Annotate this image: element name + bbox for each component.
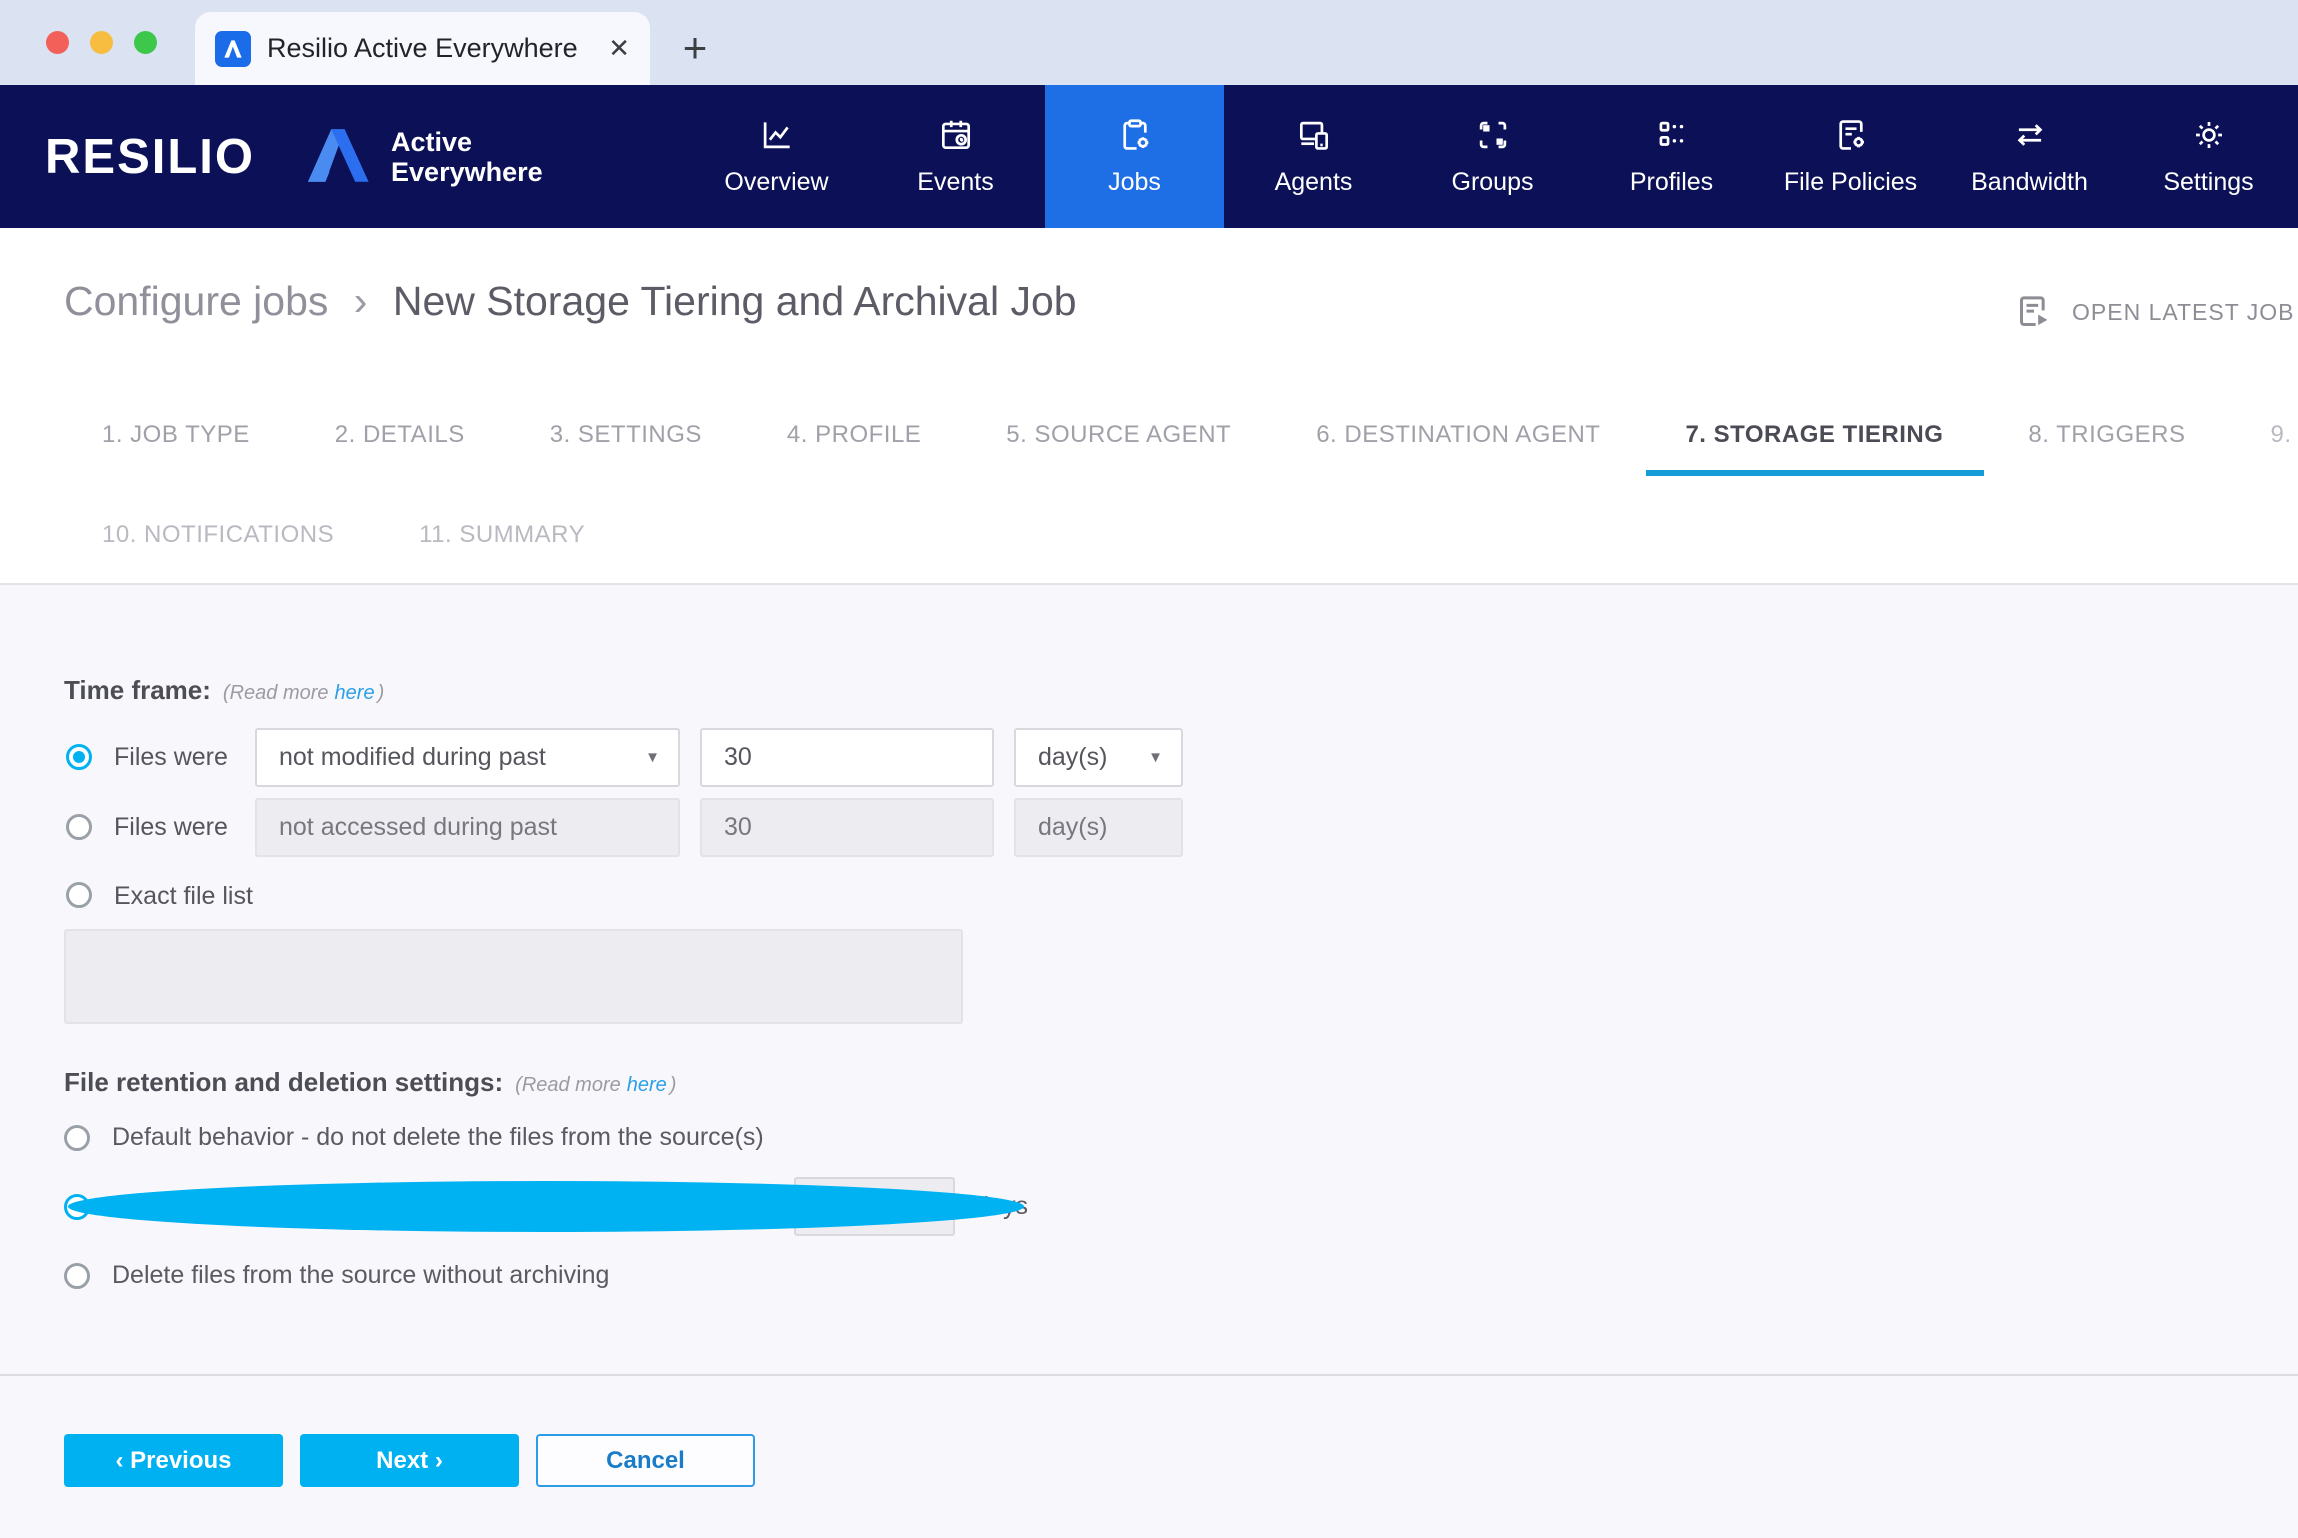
next-button[interactable]: Next › [300, 1434, 519, 1487]
minimize-window-button[interactable] [90, 31, 113, 54]
new-tab-button[interactable]: + [672, 25, 718, 71]
retention-option-delete: Delete files from the source without arc… [64, 1261, 609, 1290]
wizard-footer-buttons: ‹ Previous Next › Cancel [64, 1434, 755, 1487]
accessed-unit-select[interactable]: day(s) [1014, 798, 1183, 857]
previous-button[interactable]: ‹ Previous [64, 1434, 283, 1487]
time-frame-option-exact-list: Exact file list [0, 868, 2298, 924]
radio-exact-file-list[interactable] [66, 882, 92, 908]
brand: RESILIO Active Everywhere [45, 121, 543, 192]
accessed-condition-select[interactable]: not accessed during past [255, 798, 680, 857]
time-frame-option-modified: Files were not modified during past▼ day… [0, 728, 2298, 787]
files-were-label-2: Files were [114, 798, 228, 857]
time-frame-option-accessed: Files were not accessed during past day(… [0, 798, 2298, 857]
breadcrumb-separator: › [354, 278, 368, 324]
retention-read-more-link[interactable]: here [627, 1074, 667, 1096]
nav-item-agents[interactable]: Agents [1224, 85, 1403, 228]
step-tab-storage-tiering[interactable]: 7. STORAGE TIERING [1685, 420, 1943, 450]
window-controls [46, 31, 157, 54]
close-window-button[interactable] [46, 31, 69, 54]
retention-option-archive: Delete files from the source(s) and move… [64, 1177, 1028, 1236]
product-name: Active Everywhere [391, 127, 543, 187]
open-latest-job-report-button[interactable]: OPEN LATEST JOB R [2014, 292, 2298, 332]
nav-item-events[interactable]: Events [866, 85, 1045, 228]
modified-days-input[interactable] [700, 728, 994, 787]
radio-files-not-modified[interactable] [66, 744, 92, 770]
modified-unit-select[interactable]: day(s)▼ [1014, 728, 1183, 787]
step-tab-job-type[interactable]: 1. JOB TYPE [102, 420, 250, 450]
step-tab-settings[interactable]: 3. SETTINGS [550, 420, 702, 450]
step-tab-triggers[interactable]: 8. TRIGGERS [2028, 420, 2185, 450]
group-frame-icon [1474, 116, 1512, 154]
page-title: New Storage Tiering and Archival Job [393, 278, 1077, 324]
exact-file-list-textarea[interactable] [64, 929, 963, 1024]
radio-default-behavior[interactable] [64, 1125, 90, 1151]
list-items-icon [1653, 116, 1691, 154]
tab-title: Resilio Active Everywhere [267, 33, 594, 64]
browser-chrome: Resilio Active Everywhere ✕ + [0, 0, 2298, 85]
radio-files-not-accessed[interactable] [66, 814, 92, 840]
modified-condition-select[interactable]: not modified during past▼ [255, 728, 680, 787]
gear-icon [2190, 116, 2228, 154]
radio-delete-without-archiving[interactable] [64, 1263, 90, 1289]
browser-tab[interactable]: Resilio Active Everywhere ✕ [195, 12, 650, 85]
nav-menu: Overview Events Jobs [687, 85, 2298, 228]
delete-without-archiving-label: Delete files from the source without arc… [112, 1261, 609, 1290]
devices-icon [1295, 116, 1333, 154]
nav-item-bandwidth[interactable]: Bandwidth [1940, 85, 2119, 228]
radio-move-to-archive[interactable] [64, 1194, 90, 1220]
chevron-down-icon: ▼ [1148, 730, 1163, 785]
nav-item-profiles[interactable]: Profiles [1582, 85, 1761, 228]
step-tab-job-scripts[interactable]: 9. JO [2270, 420, 2298, 450]
step-tab-profile[interactable]: 4. PROFILE [787, 420, 921, 450]
files-were-label-1: Files were [114, 728, 228, 787]
nav-item-groups[interactable]: Groups [1403, 85, 1582, 228]
time-frame-read-more-link[interactable]: here [335, 682, 375, 704]
page-header: Configure jobs › New Storage Tiering and… [0, 228, 2298, 585]
step-tab-destination-agent[interactable]: 6. DESTINATION AGENT [1316, 420, 1600, 450]
retention-option-default: Default behavior - do not delete the fil… [64, 1123, 764, 1152]
footer-divider [0, 1374, 2298, 1376]
cancel-button[interactable]: Cancel [536, 1434, 755, 1487]
resilio-wordmark: RESILIO [45, 129, 255, 185]
app-window: Resilio Active Everywhere ✕ + RESILIO Ac… [0, 0, 2298, 1538]
resilio-logo-icon [305, 121, 375, 192]
wizard-steps-row-2: 10. NOTIFICATIONS 11. SUMMARY [102, 520, 670, 550]
storage-tiering-panel: Time frame:(Read morehere) Files were no… [0, 587, 2298, 1538]
breadcrumb-configure-jobs[interactable]: Configure jobs [64, 278, 328, 324]
time-frame-heading: Time frame:(Read morehere) [64, 675, 384, 706]
step-tab-source-agent[interactable]: 5. SOURCE AGENT [1006, 420, 1231, 450]
nav-item-settings[interactable]: Settings [2119, 85, 2298, 228]
retention-heading: File retention and deletion settings:(Re… [64, 1067, 676, 1098]
resilio-favicon-icon [215, 31, 251, 67]
nav-item-jobs[interactable]: Jobs [1045, 85, 1224, 228]
document-play-icon [2014, 292, 2054, 332]
nav-item-overview[interactable]: Overview [687, 85, 866, 228]
step-tab-details[interactable]: 2. DETAILS [335, 420, 465, 450]
tab-close-icon[interactable]: ✕ [608, 33, 630, 64]
line-chart-icon [758, 116, 796, 154]
default-behavior-label: Default behavior - do not delete the fil… [112, 1123, 764, 1152]
step-tab-summary[interactable]: 11. SUMMARY [419, 520, 585, 550]
document-gear-icon [1832, 116, 1870, 154]
wizard-steps-row-1: 1. JOB TYPE 2. DETAILS 3. SETTINGS 4. PR… [102, 420, 2298, 450]
accessed-days-input[interactable] [700, 798, 994, 857]
breadcrumb: Configure jobs › New Storage Tiering and… [64, 278, 1077, 325]
clipboard-gear-icon [1116, 116, 1154, 154]
top-navbar: RESILIO Active Everywhere Overview [0, 85, 2298, 228]
calendar-clock-icon [937, 116, 975, 154]
step-tab-notifications[interactable]: 10. NOTIFICATIONS [102, 520, 334, 550]
arrows-exchange-icon [2011, 116, 2049, 154]
exact-file-list-label: Exact file list [114, 868, 253, 924]
chevron-down-icon: ▼ [645, 730, 660, 785]
nav-item-file-policies[interactable]: File Policies [1761, 85, 1940, 228]
maximize-window-button[interactable] [134, 31, 157, 54]
